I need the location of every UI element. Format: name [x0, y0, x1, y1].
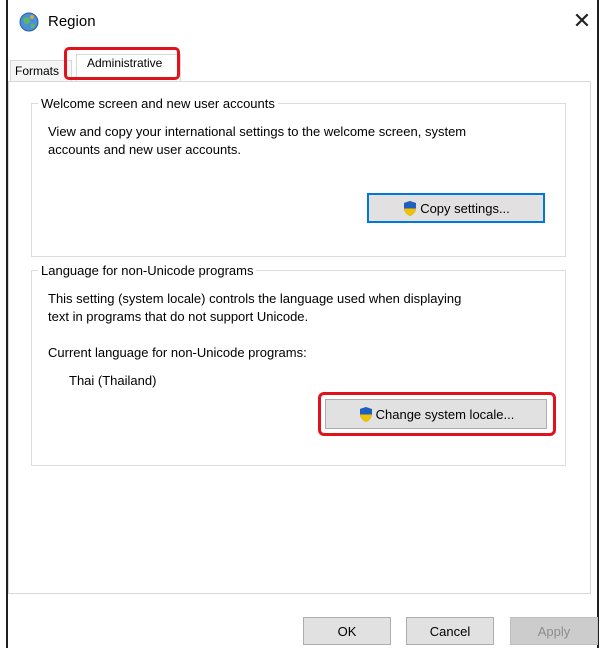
welcome-screen-group: Welcome screen and new user accounts Vie… [31, 96, 566, 257]
group-legend: Welcome screen and new user accounts [38, 96, 278, 111]
apply-button[interactable]: Apply [510, 617, 598, 645]
highlight-administrative-tab [64, 47, 180, 80]
tab-formats[interactable]: Formats [10, 60, 72, 82]
copy-settings-label: Copy settings... [420, 200, 510, 216]
copy-settings-button[interactable]: Copy settings... [367, 193, 545, 223]
non-unicode-group: Language for non-Unicode programs This s… [31, 263, 566, 466]
window-title: Region [48, 13, 96, 30]
title-bar: Region ✕ [8, 0, 597, 44]
group-description-line1: This setting (system locale) controls th… [48, 291, 462, 306]
close-icon[interactable]: ✕ [567, 7, 597, 37]
group-legend: Language for non-Unicode programs [38, 263, 257, 278]
group-description-line1: View and copy your international setting… [48, 124, 467, 139]
current-language-value: Thai (Thailand) [69, 373, 157, 388]
cancel-button[interactable]: Cancel [406, 617, 494, 645]
globe-icon [19, 12, 39, 32]
highlight-change-locale-button [318, 392, 556, 436]
uac-shield-icon [404, 200, 417, 216]
group-description-line2: text in programs that do not support Uni… [48, 309, 309, 324]
ok-button[interactable]: OK [303, 617, 391, 645]
group-description-line2: accounts and new user accounts. [48, 142, 241, 157]
current-language-label: Current language for non-Unicode program… [48, 345, 307, 360]
